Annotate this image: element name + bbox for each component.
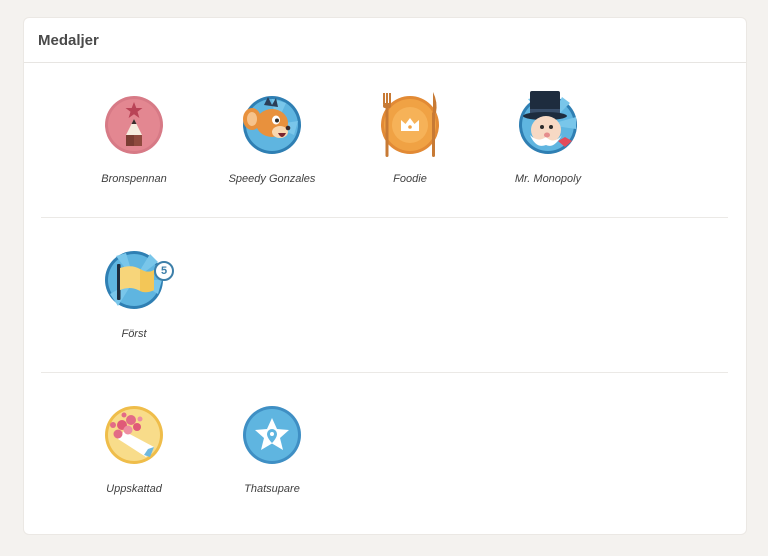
bouquet-icon bbox=[104, 405, 164, 465]
medal-name: Speedy Gonzales bbox=[228, 173, 316, 185]
medal-thatsupare[interactable]: Thatsupare bbox=[212, 373, 332, 527]
medal-count-badge: 5 bbox=[154, 261, 174, 281]
medal-uppskattad[interactable]: Uppskattad bbox=[74, 373, 194, 527]
medal-bronspennan[interactable]: Bronspennan bbox=[74, 63, 194, 217]
medal-mr-monopoly[interactable]: Mr. Monopoly bbox=[488, 63, 608, 217]
speedy-gonzales-icon bbox=[242, 95, 302, 155]
medals-panel: Medaljer Bronspennan Speedy Gonzales Foo… bbox=[24, 18, 746, 534]
foodie-plate-icon bbox=[380, 92, 440, 157]
panel-header: Medaljer bbox=[24, 18, 746, 63]
medal-name: Först bbox=[121, 328, 147, 340]
medal-row: Bronspennan Speedy Gonzales Foodie Mr. M… bbox=[41, 63, 728, 218]
star-pin-icon bbox=[242, 405, 302, 465]
medal-foodie[interactable]: Foodie bbox=[350, 63, 470, 217]
mr-monopoly-icon bbox=[518, 91, 578, 155]
medal-speedy-gonzales[interactable]: Speedy Gonzales bbox=[212, 63, 332, 217]
flag-icon bbox=[104, 250, 164, 310]
medal-name: Foodie bbox=[393, 173, 427, 185]
medal-name: Mr. Monopoly bbox=[514, 173, 582, 185]
medal-row: 5 Först bbox=[41, 218, 728, 373]
medal-name: Thatsupare bbox=[244, 483, 300, 495]
medal-row: Uppskattad Thatsupare bbox=[41, 373, 728, 527]
bronze-pen-icon bbox=[104, 95, 164, 155]
medal-name: Uppskattad bbox=[106, 483, 162, 495]
panel-title: Medaljer bbox=[38, 31, 99, 49]
medal-name: Bronspennan bbox=[101, 173, 167, 185]
medal-forst[interactable]: 5 Först bbox=[74, 218, 194, 372]
